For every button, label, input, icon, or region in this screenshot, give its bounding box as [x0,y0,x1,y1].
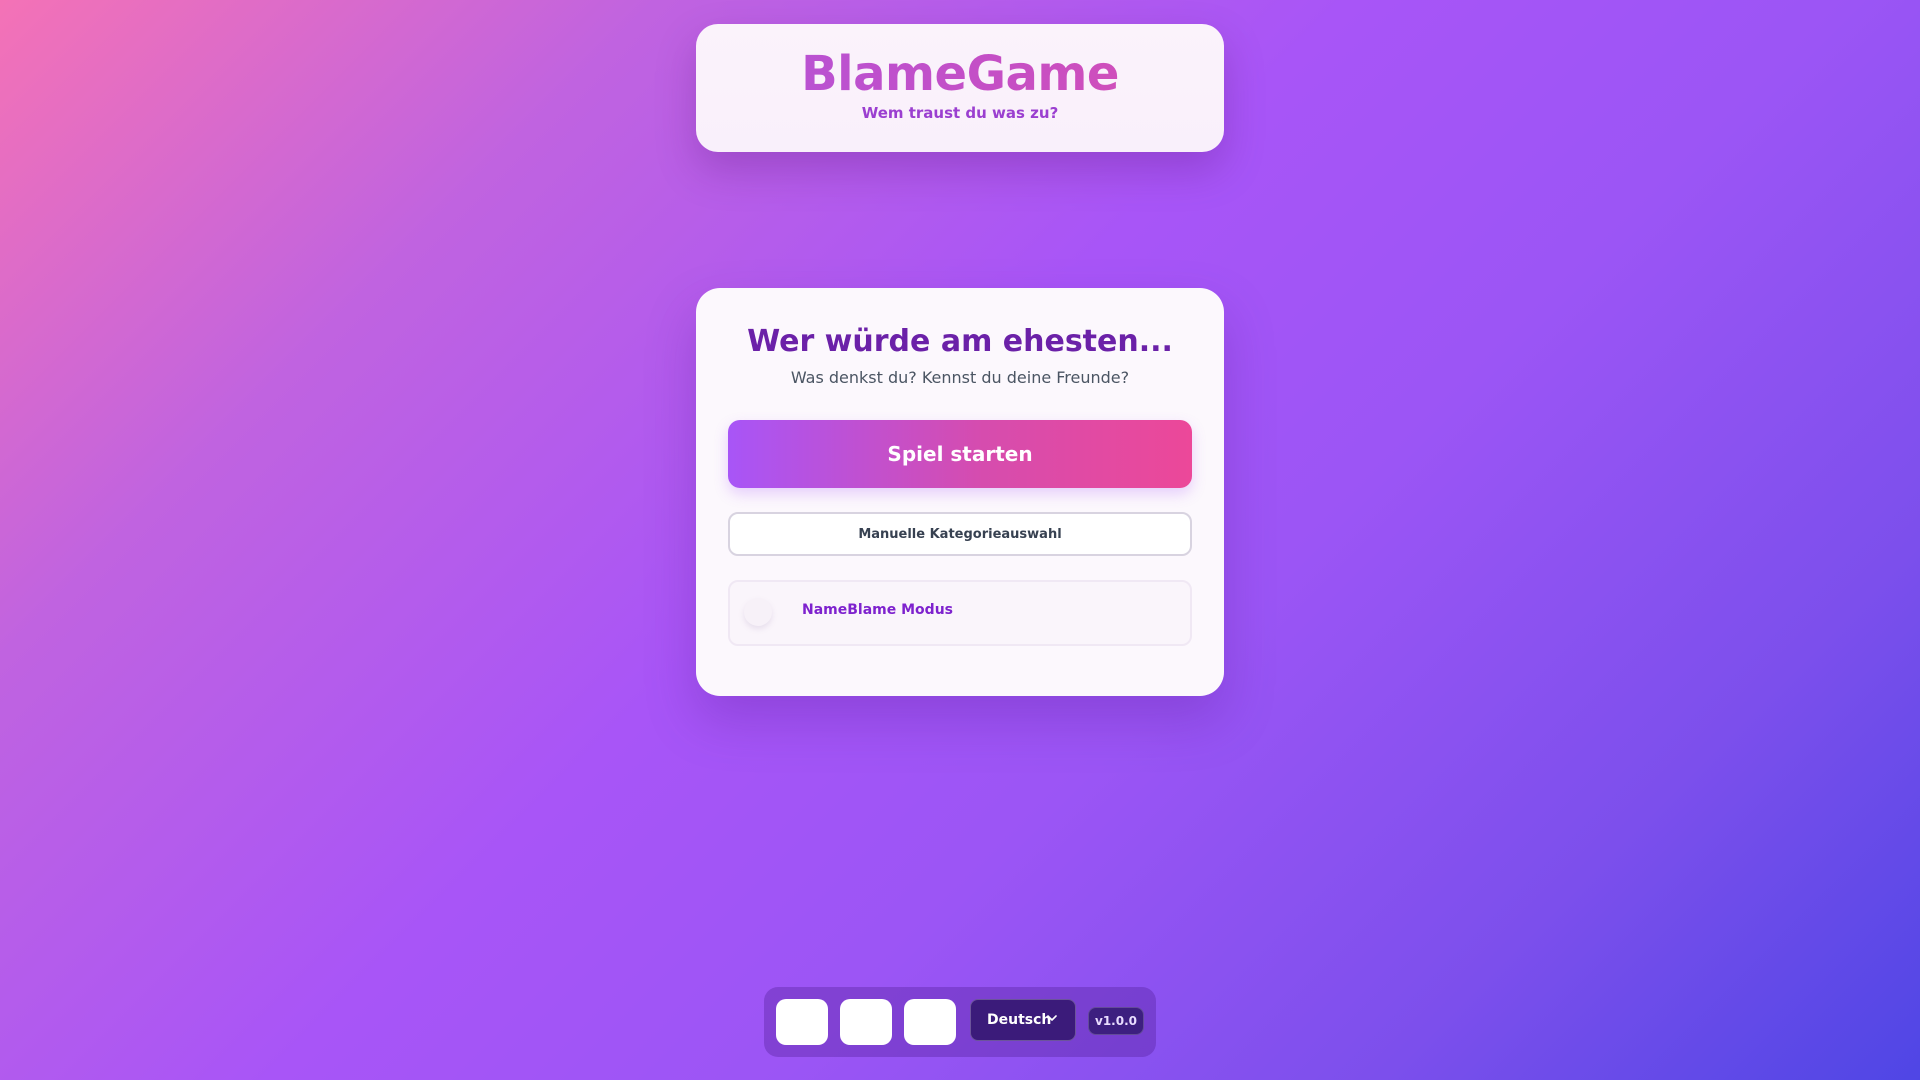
bottom-toolbar: Deutsch v1.0.0 [764,987,1156,1057]
main-subtitle: Was denkst du? Kennst du deine Freunde? [790,368,1130,387]
app-subtitle: Wem traust du was zu? [861,104,1059,122]
language-select-value: Deutsch [987,1012,1052,1028]
header-card: BlameGame Wem traust du was zu? [696,24,1224,152]
app-title: BlameGame [696,46,1224,102]
main-title: Wer würde am ehesten... [747,324,1173,359]
main-card: Wer würde am ehesten... Was denkst du? K… [696,288,1224,696]
language-select[interactable]: Deutsch [970,999,1076,1041]
nameblame-mode-label: NameBlame Modus [802,602,953,618]
nameblame-mode-row[interactable]: NameBlame Modus [728,580,1192,646]
manual-category-button[interactable]: Manuelle Kategorieauswahl [728,512,1192,556]
chevron-down-icon [1047,1015,1057,1021]
nameblame-mode-toggle[interactable] [744,598,772,626]
start-game-button[interactable]: Spiel starten [728,420,1192,488]
version-badge: v1.0.0 [1088,1007,1144,1035]
toolbar-button-1[interactable] [776,999,828,1045]
toolbar-button-3[interactable] [904,999,956,1045]
toolbar-button-2[interactable] [840,999,892,1045]
